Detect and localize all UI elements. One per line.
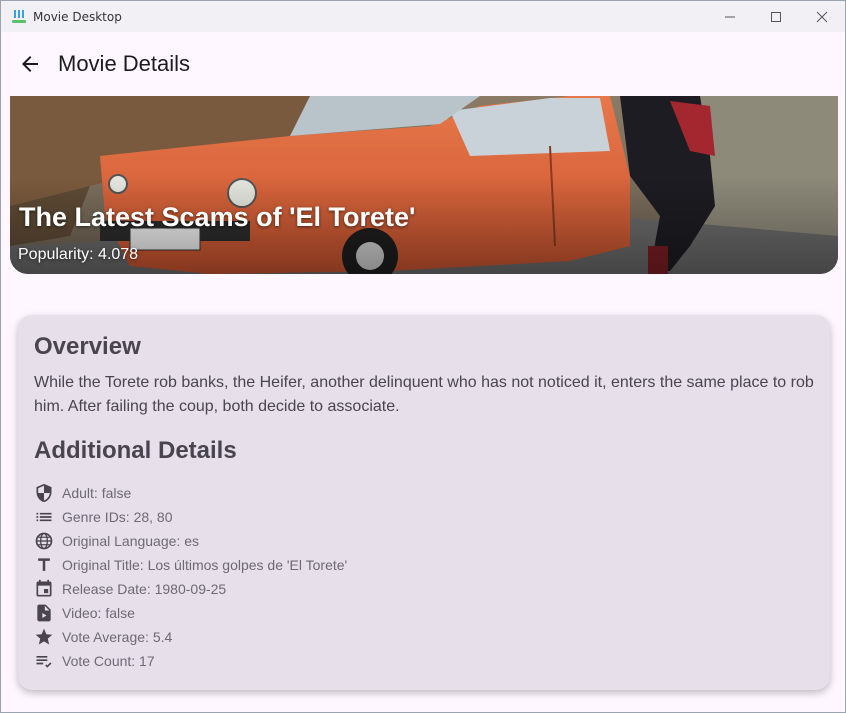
back-button[interactable] [2,36,58,92]
details-list: Adult: false Genre IDs: 28, 80 Original … [34,481,347,673]
overview-text: While the Torete rob banks, the Heifer, … [34,374,814,415]
detail-vote-average: Vote Average: 5.4 [34,625,347,649]
app-bar: Movie Details [1,32,845,96]
additional-details-heading: Additional Details [34,437,237,464]
detail-language: Original Language: es [34,529,347,553]
video-file-icon [34,603,54,623]
page-title: Movie Details [58,51,191,76]
list-icon [34,507,54,527]
calendar-icon [34,579,54,599]
backdrop-image: The Latest Scams of 'El Torete' Populari… [10,96,838,274]
overview-heading: Overview [34,333,141,360]
shield-icon [34,483,54,503]
detail-release-date-text: Release Date: 1980-09-25 [62,581,227,597]
detail-original-title: Original Title: Los últimos golpes de 'E… [34,553,347,577]
arrow-back-icon [22,56,38,72]
detail-genres-text: Genre IDs: 28, 80 [62,509,173,525]
detail-language-text: Original Language: es [62,533,199,549]
minimize-icon [725,16,735,17]
minimize-button[interactable] [707,1,753,32]
detail-original-title-text: Original Title: Los últimos golpes de 'E… [62,557,348,573]
detail-release-date: Release Date: 1980-09-25 [34,577,347,601]
close-icon [816,11,828,22]
detail-adult-text: Adult: false [62,485,132,501]
detail-vote-count-text: Vote Count: 17 [62,653,155,669]
checklist-icon [34,651,54,671]
details-card: Overview While the Torete rob banks, the… [18,315,830,690]
maximize-button[interactable] [753,1,799,32]
detail-video-text: Video: false [62,605,135,621]
title-icon [34,555,54,575]
star-icon [34,627,54,647]
detail-adult: Adult: false [34,481,347,505]
popularity-label: Popularity: 4.078 [18,246,139,263]
title-bar: Movie Desktop [1,1,845,32]
detail-genres: Genre IDs: 28, 80 [34,505,347,529]
window-title: Movie Desktop [33,9,122,24]
movie-title: The Latest Scams of 'El Torete' [19,202,416,232]
globe-icon [34,531,54,551]
detail-video: Video: false [34,601,347,625]
detail-vote-count: Vote Count: 17 [34,649,347,673]
maximize-icon [771,11,781,22]
detail-vote-average-text: Vote Average: 5.4 [62,629,173,645]
app-window: Movie Desktop Movie Details The Latest S… [0,0,846,713]
app-logo-icon [12,9,26,23]
close-button[interactable] [799,1,845,32]
